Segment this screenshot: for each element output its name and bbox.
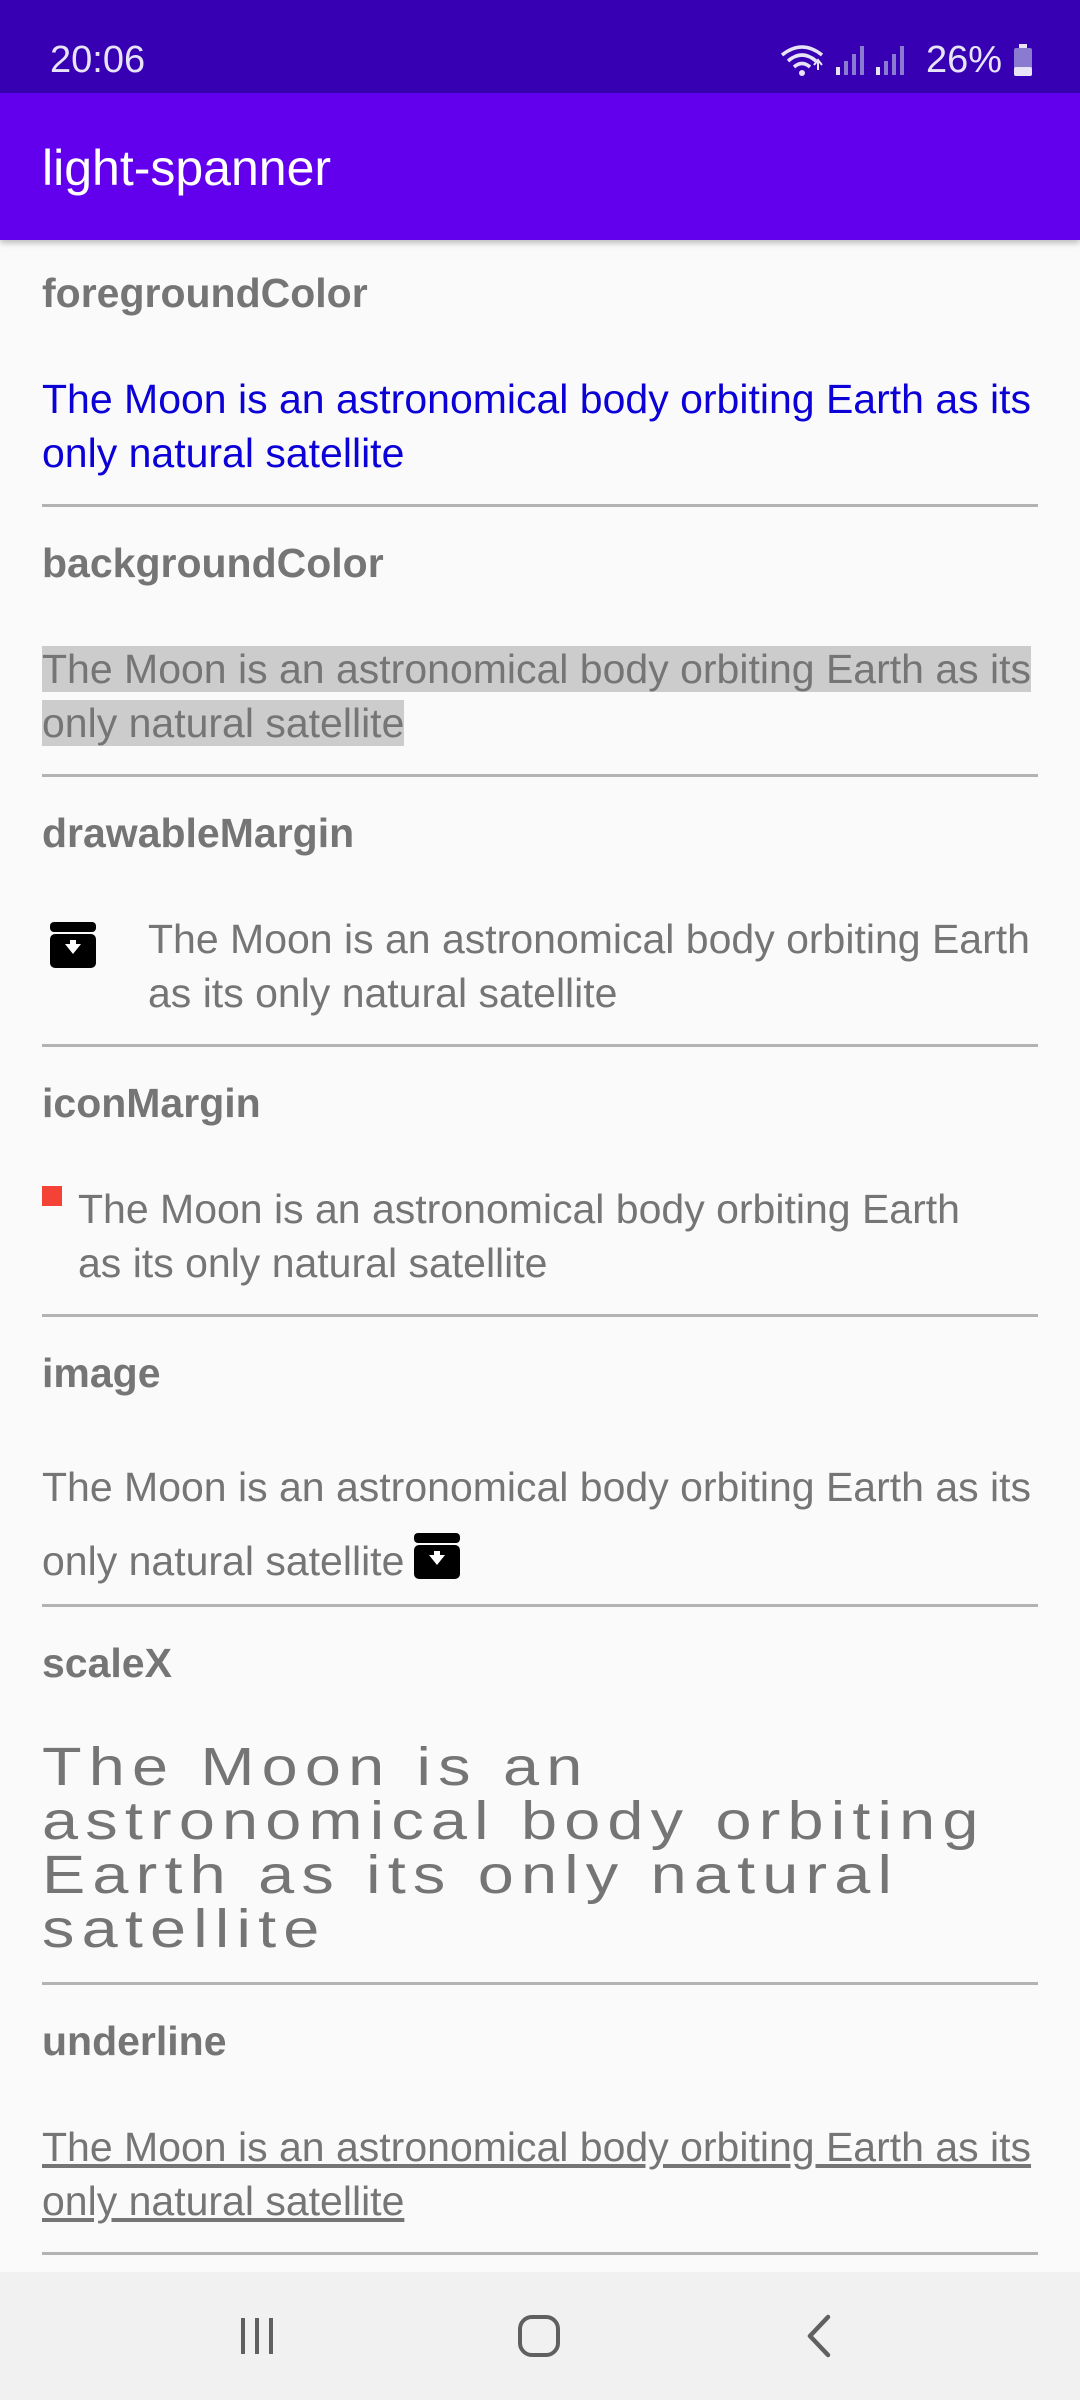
- scale-x-text: The Moon is an astronomical body orbitin…: [42, 1737, 986, 1959]
- signal-icon: [835, 46, 864, 75]
- divider: [42, 774, 1038, 777]
- back-button[interactable]: [780, 2296, 860, 2376]
- divider: [42, 1982, 1038, 1985]
- home-icon: [518, 2315, 560, 2357]
- image-span-text: The Moon is an astronomical body orbitin…: [42, 1464, 1032, 1584]
- navigation-bar: [0, 2272, 1080, 2400]
- wifi-icon: [780, 45, 824, 76]
- archive-download-icon: [414, 1533, 461, 1579]
- section-title-background-color: backgroundColor: [42, 540, 384, 586]
- app-bar: light-spanner: [0, 93, 1080, 240]
- recent-apps-button[interactable]: [217, 2296, 297, 2376]
- icon-margin-text: The Moon is an astronomical body orbitin…: [78, 1186, 960, 1286]
- archive-download-icon: [50, 922, 96, 968]
- scale-x-text-block: The Moon is an astronomical body orbitin…: [42, 1740, 1038, 1956]
- status-icons: 26%: [780, 30, 1034, 90]
- section-title-underline: underline: [42, 2018, 227, 2064]
- red-square-icon: [42, 1186, 62, 1206]
- battery-percent: 26%: [925, 38, 1002, 81]
- section-title-icon-margin: iconMargin: [42, 1080, 261, 1126]
- battery-icon: [1014, 44, 1032, 76]
- section-title-drawable-margin: drawableMargin: [42, 810, 355, 856]
- status-bar: 20:06 26%: [0, 0, 1080, 93]
- recent-apps-icon: [241, 2318, 273, 2354]
- span-list[interactable]: foregroundColor The Moon is an astronomi…: [42, 240, 1038, 2272]
- divider: [42, 2252, 1038, 2255]
- background-color-text: The Moon is an astronomical body orbitin…: [42, 646, 1032, 746]
- underline-text: The Moon is an astronomical body orbitin…: [42, 2124, 1032, 2224]
- app-title: light-spanner: [42, 140, 332, 196]
- drawable-margin-text: The Moon is an astronomical body orbitin…: [148, 916, 1030, 1016]
- signal-icon: [875, 46, 904, 75]
- status-time: 20:06: [50, 39, 146, 81]
- divider: [42, 1604, 1038, 1607]
- foreground-color-text: The Moon is an astronomical body orbitin…: [42, 376, 1032, 476]
- section-title-scale-x: scaleX: [42, 1640, 172, 1686]
- divider: [42, 1044, 1038, 1047]
- section-title-image: image: [42, 1350, 161, 1396]
- background-color-text-block: The Moon is an astronomical body orbitin…: [42, 642, 1038, 750]
- section-title-foreground-color: foregroundColor: [42, 270, 368, 316]
- home-button[interactable]: [499, 2296, 579, 2376]
- divider: [42, 1314, 1038, 1317]
- image-span-block: The Moon is an astronomical body orbitin…: [42, 1450, 1038, 1598]
- back-icon: [807, 2314, 831, 2358]
- divider: [42, 504, 1038, 507]
